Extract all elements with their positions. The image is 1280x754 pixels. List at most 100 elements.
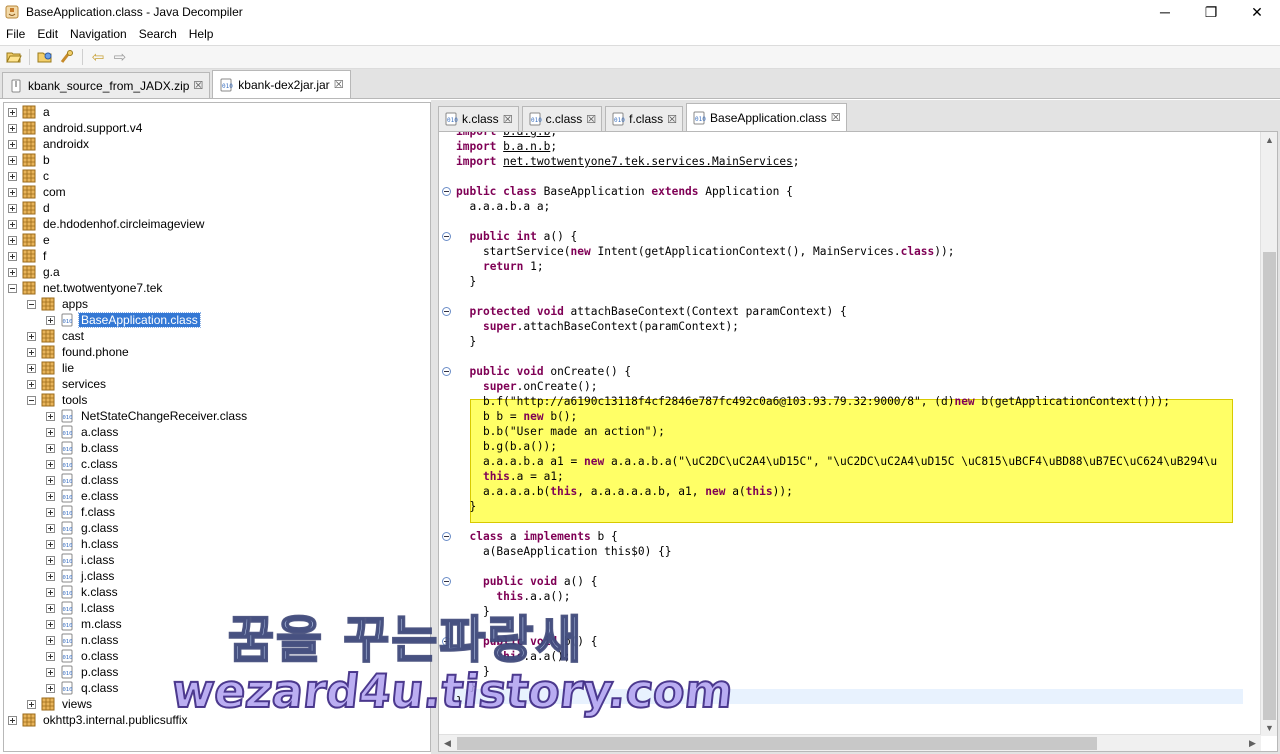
search-button[interactable] (56, 47, 78, 67)
horizontal-scroll-thumb[interactable] (457, 737, 1097, 750)
expand-node-icon[interactable] (46, 443, 55, 453)
expand-node-icon[interactable] (27, 379, 36, 389)
tree-class-node[interactable]: 010 j.class (46, 568, 116, 584)
close-tab-icon[interactable]: ☒ (667, 113, 677, 126)
tree-package-node[interactable]: cast (27, 328, 86, 344)
expand-node-icon[interactable] (8, 171, 17, 181)
expand-node-icon[interactable] (46, 475, 55, 485)
expand-node-icon[interactable] (46, 619, 55, 629)
scroll-left-icon[interactable]: ◀ (439, 735, 456, 751)
expand-node-icon[interactable] (27, 363, 36, 373)
tree-class-node[interactable]: 010 c.class (46, 456, 120, 472)
expand-node-icon[interactable] (8, 235, 17, 245)
collapse-node-icon[interactable] (27, 395, 36, 405)
tab-c-class[interactable]: 010 c.class ☒ (521, 106, 603, 131)
tree-class-node[interactable]: 010 a.class (46, 424, 120, 440)
horizontal-scrollbar[interactable]: ◀ ▶ (439, 734, 1261, 751)
expand-node-icon[interactable] (46, 459, 55, 469)
tree-class-node[interactable]: 010 BaseApplication.class (46, 312, 201, 328)
close-tab-icon[interactable]: ☒ (586, 113, 596, 126)
expand-node-icon[interactable] (8, 123, 17, 133)
open-type-button[interactable] (34, 47, 56, 67)
expand-node-icon[interactable] (46, 571, 55, 581)
expand-node-icon[interactable] (8, 251, 17, 261)
expand-node-icon[interactable] (46, 427, 55, 437)
expand-node-icon[interactable] (46, 667, 55, 677)
expand-node-icon[interactable] (46, 539, 55, 549)
tree-class-node[interactable]: 010 NetStateChangeReceiver.class (46, 408, 249, 424)
close-tab-icon[interactable]: ☒ (831, 111, 841, 124)
tree-package-node[interactable]: found.phone (27, 344, 131, 360)
tab-kbank-source-zip[interactable]: kbank_source_from_JADX.zip ☒ (2, 72, 211, 98)
expand-node-icon[interactable] (46, 507, 55, 517)
tree-class-node[interactable]: 010 h.class (46, 536, 120, 552)
tab-f-class[interactable]: 010 f.class ☒ (605, 106, 684, 131)
tree-package-node[interactable]: g.a (8, 264, 62, 280)
vertical-scroll-thumb[interactable] (1263, 252, 1276, 720)
tree-class-node[interactable]: 010 n.class (46, 632, 120, 648)
collapse-code-icon[interactable] (442, 307, 451, 316)
expand-node-icon[interactable] (46, 603, 55, 613)
close-tab-icon[interactable]: ☒ (503, 113, 513, 126)
collapse-code-icon[interactable] (442, 187, 451, 196)
tree-package-node[interactable]: e (8, 232, 52, 248)
menu-edit[interactable]: Edit (31, 27, 64, 41)
tree-package-node[interactable]: views (27, 696, 94, 712)
expand-node-icon[interactable] (8, 155, 17, 165)
tree-package-node[interactable]: com (8, 184, 68, 200)
collapse-code-icon[interactable] (442, 367, 451, 376)
tree-package-node[interactable]: a (8, 104, 52, 120)
expand-node-icon[interactable] (46, 587, 55, 597)
menu-file[interactable]: File (0, 27, 31, 41)
menu-navigation[interactable]: Navigation (64, 27, 133, 41)
expand-node-icon[interactable] (27, 699, 36, 709)
expand-node-icon[interactable] (46, 411, 55, 421)
maximize-button[interactable]: ❐ (1188, 0, 1234, 24)
tree-class-node[interactable]: 010 l.class (46, 600, 116, 616)
collapse-node-icon[interactable] (8, 283, 17, 293)
tree-class-node[interactable]: 010 e.class (46, 488, 120, 504)
tree-package-node[interactable]: lie (27, 360, 76, 376)
forward-button[interactable]: ⇨ (109, 47, 131, 67)
tree-class-node[interactable]: 010 k.class (46, 584, 120, 600)
expand-node-icon[interactable] (8, 715, 17, 725)
tab-k-class[interactable]: 010 k.class ☒ (438, 106, 519, 131)
expand-node-icon[interactable] (46, 555, 55, 565)
scroll-right-icon[interactable]: ▶ (1244, 735, 1261, 751)
expand-node-icon[interactable] (8, 203, 17, 213)
expand-node-icon[interactable] (46, 683, 55, 693)
expand-node-icon[interactable] (8, 107, 17, 117)
close-window-button[interactable]: ✕ (1234, 0, 1280, 24)
menu-search[interactable]: Search (133, 27, 183, 41)
scroll-up-icon[interactable]: ▲ (1261, 132, 1277, 148)
tree-package-node[interactable]: de.hdodenhof.circleimageview (8, 216, 206, 232)
expand-node-icon[interactable] (8, 139, 17, 149)
tab-baseapplication-class[interactable]: 010 BaseApplication.class ☒ (686, 103, 847, 131)
collapse-code-icon[interactable] (442, 232, 451, 241)
tree-package-node[interactable]: tools (27, 392, 89, 408)
tree-class-node[interactable]: 010 f.class (46, 504, 117, 520)
tree-package-node[interactable]: d (8, 200, 52, 216)
back-button[interactable]: ⇦ (87, 47, 109, 67)
tree-class-node[interactable]: 010 b.class (46, 440, 120, 456)
tab-kbank-dex2jar-jar[interactable]: 010 kbank-dex2jar.jar ☒ (212, 70, 351, 98)
menu-help[interactable]: Help (183, 27, 220, 41)
vertical-scrollbar[interactable]: ▲ ▼ (1260, 132, 1277, 736)
expand-node-icon[interactable] (46, 315, 55, 325)
tree-package-node[interactable]: f (8, 248, 48, 264)
collapse-node-icon[interactable] (27, 299, 36, 309)
scroll-down-icon[interactable]: ▼ (1261, 720, 1277, 736)
collapse-code-icon[interactable] (442, 577, 451, 586)
tree-class-node[interactable]: 010 o.class (46, 648, 120, 664)
tree-package-node[interactable]: b (8, 152, 52, 168)
expand-node-icon[interactable] (27, 331, 36, 341)
tree-class-node[interactable]: 010 q.class (46, 680, 120, 696)
expand-node-icon[interactable] (8, 187, 17, 197)
expand-node-icon[interactable] (46, 523, 55, 533)
close-tab-icon[interactable]: ☒ (334, 78, 344, 91)
tree-package-node[interactable]: net.twotwentyone7.tek (8, 280, 164, 296)
expand-node-icon[interactable] (46, 635, 55, 645)
tree-package-node[interactable]: androidx (8, 136, 91, 152)
tree-class-node[interactable]: 010 m.class (46, 616, 124, 632)
tree-class-node[interactable]: 010 d.class (46, 472, 120, 488)
